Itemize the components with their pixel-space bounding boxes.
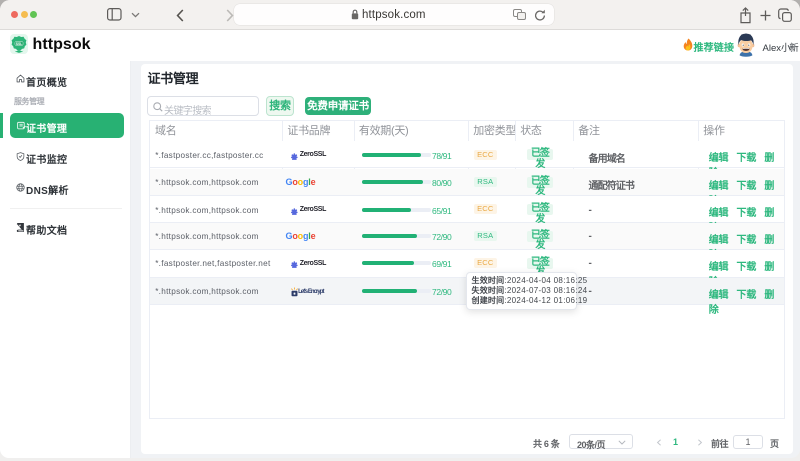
svg-text:SSL: SSL (16, 41, 23, 45)
